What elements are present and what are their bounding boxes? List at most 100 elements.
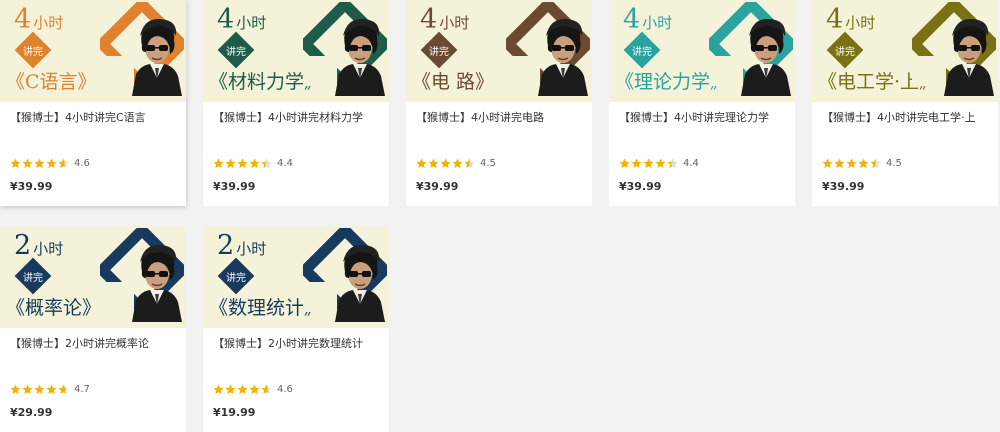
- rating-value: 4.5: [886, 157, 902, 169]
- course-price: ¥39.99: [619, 180, 662, 193]
- rating-value: 4.5: [480, 157, 496, 169]
- course-card[interactable]: 4 小时 讲完 《电工学·上》 【猴博士】4小时讲完电工学·上 4.5 ¥39.…: [812, 0, 998, 206]
- course-hours: 4 小时: [826, 5, 875, 38]
- course-price: ¥29.99: [10, 406, 53, 419]
- jiangwan-label: 讲完: [226, 46, 246, 58]
- instructor-portrait: [132, 244, 182, 322]
- star-icon: [58, 384, 69, 394]
- star-icon: [667, 158, 678, 168]
- course-banner[interactable]: 4 小时 讲完 《电 路》: [406, 0, 592, 102]
- course-title[interactable]: 【猴博士】4小时讲完电路: [416, 111, 586, 125]
- star-icon: [822, 158, 833, 168]
- jiangwan-label: 讲完: [226, 272, 246, 284]
- course-rating: 4.5: [822, 156, 902, 170]
- jiangwan-label: 讲完: [835, 46, 855, 58]
- star-icon: [10, 384, 21, 394]
- course-card[interactable]: 4 小时 讲完 《材料力学》 【猴博士】4小时讲完材料力学 4.4 ¥39.99: [203, 0, 389, 206]
- course-banner[interactable]: 4 小时 讲完 《理论力学》: [609, 0, 795, 102]
- rating-value: 4.4: [683, 157, 699, 169]
- course-hours-unit: 小时: [33, 14, 64, 32]
- star-icon: [631, 158, 642, 168]
- instructor-portrait: [944, 18, 994, 96]
- rating-value: 4.4: [277, 157, 293, 169]
- star-icon: [58, 158, 69, 168]
- star-icon: [213, 384, 224, 394]
- course-title[interactable]: 【猴博士】4小时讲完理论力学: [619, 111, 789, 125]
- star-icon: [249, 384, 260, 394]
- star-icon: [213, 158, 224, 168]
- jiangwan-badge: 讲完: [420, 31, 458, 69]
- course-title[interactable]: 【猴博士】4小时讲完C语言: [10, 111, 180, 125]
- star-icon: [225, 384, 236, 394]
- course-hours: 4 小时: [217, 5, 266, 38]
- instructor-portrait: [741, 18, 791, 96]
- jiangwan-badge: 讲完: [14, 257, 52, 295]
- course-hours-unit: 小时: [236, 14, 267, 32]
- course-hours: 4 小时: [420, 5, 469, 38]
- course-card[interactable]: 4 小时 讲完 《电 路》 【猴博士】4小时讲完电路 4.5 ¥39.99: [406, 0, 592, 206]
- course-rating: 4.6: [10, 156, 90, 170]
- course-hours: 4 小时: [623, 5, 672, 38]
- course-subject: 《电 路》: [412, 71, 495, 93]
- course-hours-number: 4: [826, 4, 844, 35]
- course-price: ¥39.99: [10, 180, 53, 193]
- jiangwan-label: 讲完: [23, 46, 43, 58]
- course-hours: 4 小时: [14, 5, 63, 38]
- star-icon: [22, 158, 33, 168]
- course-title[interactable]: 【猴博士】4小时讲完电工学·上: [822, 111, 992, 125]
- course-rating: 4.4: [213, 156, 293, 170]
- star-rating: [822, 158, 882, 169]
- course-card[interactable]: 2 小时 讲完 《概率论》 【猴博士】2小时讲完概率论 4.7 ¥29.99: [0, 226, 186, 432]
- course-rating: 4.4: [619, 156, 699, 170]
- course-card[interactable]: 2 小时 讲完 《数理统计》 【猴博士】2小时讲完数理统计 4.6 ¥19.99: [203, 226, 389, 432]
- star-icon: [655, 158, 666, 168]
- course-rating: 4.6: [213, 382, 293, 396]
- course-title[interactable]: 【猴博士】2小时讲完概率论: [10, 337, 180, 351]
- instructor-portrait: [335, 18, 385, 96]
- course-hours-number: 4: [420, 4, 438, 35]
- course-subject: 《概率论》: [6, 297, 102, 319]
- star-icon: [464, 158, 475, 168]
- course-rating: 4.5: [416, 156, 496, 170]
- star-icon: [46, 384, 57, 394]
- course-hours-unit: 小时: [33, 240, 64, 258]
- rating-value: 4.6: [277, 383, 293, 395]
- course-hours: 2 小时: [14, 231, 63, 264]
- jiangwan-badge: 讲完: [14, 31, 52, 69]
- star-icon: [858, 158, 869, 168]
- course-card[interactable]: 4 小时 讲完 《C语言》 【猴博士】4小时讲完C语言 4.6 ¥39.99: [0, 0, 186, 206]
- star-rating: [10, 158, 70, 169]
- jiangwan-badge: 讲完: [217, 31, 255, 69]
- course-banner[interactable]: 2 小时 讲完 《概率论》: [0, 226, 186, 328]
- course-hours: 2 小时: [217, 231, 266, 264]
- star-rating: [619, 158, 679, 169]
- jiangwan-badge: 讲完: [826, 31, 864, 69]
- course-hours-number: 4: [623, 4, 641, 35]
- instructor-portrait: [335, 244, 385, 322]
- star-icon: [34, 384, 45, 394]
- rating-value: 4.7: [74, 383, 90, 395]
- star-icon: [237, 158, 248, 168]
- star-icon: [261, 158, 272, 168]
- course-card[interactable]: 4 小时 讲完 《理论力学》 【猴博士】4小时讲完理论力学 4.4 ¥39.99: [609, 0, 795, 206]
- course-banner[interactable]: 4 小时 讲完 《C语言》: [0, 0, 186, 102]
- instructor-portrait: [538, 18, 588, 96]
- course-title[interactable]: 【猴博士】4小时讲完材料力学: [213, 111, 383, 125]
- course-hours-unit: 小时: [236, 240, 267, 258]
- star-rating: [213, 384, 273, 395]
- course-banner[interactable]: 4 小时 讲完 《电工学·上》: [812, 0, 998, 102]
- rating-value: 4.6: [74, 157, 90, 169]
- star-icon: [643, 158, 654, 168]
- star-icon: [619, 158, 630, 168]
- course-banner[interactable]: 4 小时 讲完 《材料力学》: [203, 0, 389, 102]
- jiangwan-label: 讲完: [632, 46, 652, 58]
- course-title[interactable]: 【猴博士】2小时讲完数理统计: [213, 337, 383, 351]
- star-rating: [416, 158, 476, 169]
- course-price: ¥39.99: [213, 180, 256, 193]
- star-icon: [237, 384, 248, 394]
- star-icon: [46, 158, 57, 168]
- course-banner[interactable]: 2 小时 讲完 《数理统计》: [203, 226, 389, 328]
- star-rating: [10, 384, 70, 395]
- star-icon: [452, 158, 463, 168]
- course-grid: 4 小时 讲完 《C语言》 【猴博士】4小时讲完C语言 4.6 ¥39.99 4…: [0, 0, 1000, 432]
